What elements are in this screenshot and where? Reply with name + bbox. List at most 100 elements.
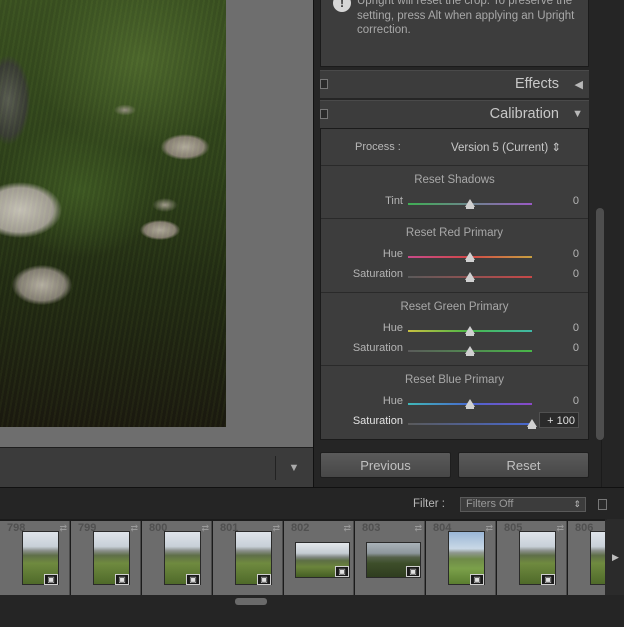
reset-blue-primary-link[interactable]: Reset Blue Primary: [321, 374, 588, 386]
blue-saturation-row: Saturation + 100: [321, 412, 588, 431]
develop-panel: ! Upright will reset the crop. To preser…: [313, 0, 624, 487]
blue-saturation-value[interactable]: + 100: [539, 412, 579, 428]
blue-primary-group: Reset Blue Primary Hue 0 Saturation + 10…: [321, 366, 588, 439]
reset-shadows-link[interactable]: Reset Shadows: [321, 174, 588, 186]
reset-button[interactable]: Reset: [458, 452, 589, 478]
green-hue-slider[interactable]: [408, 326, 532, 336]
exclamation-icon: !: [333, 0, 351, 12]
frame-flag-icon[interactable]: ⇄: [272, 523, 280, 534]
frame-flag-icon[interactable]: ⇄: [130, 523, 138, 534]
slider-handle[interactable]: [465, 326, 475, 336]
calibration-title: Calibration: [489, 106, 559, 122]
filmstrip-filter-bar: Filter : Filters Off ⇕: [0, 487, 624, 520]
frame-flag-icon[interactable]: ⇄: [59, 523, 67, 534]
virtual-copy-icon: ▣: [44, 574, 58, 585]
calibration-toggle-switch[interactable]: [320, 109, 328, 119]
red-primary-group: Reset Red Primary Hue 0 Saturation 0: [321, 219, 588, 293]
green-primary-group: Reset Green Primary Hue 0 Saturation 0: [321, 293, 588, 366]
virtual-copy-icon: ▣: [541, 574, 555, 585]
select-arrows-icon: ⇕: [573, 499, 581, 509]
calibration-body: Process : Version 5 (Current) ⇕ Reset Sh…: [320, 128, 589, 440]
green-hue-value[interactable]: 0: [539, 322, 579, 334]
filmstrip-next-icon[interactable]: ▶: [607, 519, 624, 595]
toolbar-dropdown-icon[interactable]: ▼: [286, 460, 302, 476]
frame-number: 803: [362, 522, 381, 534]
hue-label: Hue: [382, 395, 403, 407]
frame-flag-icon[interactable]: ⇄: [201, 523, 209, 534]
frame-flag-icon[interactable]: ⇄: [343, 523, 351, 534]
virtual-copy-icon: ▣: [115, 574, 129, 585]
filmstrip-frame[interactable]: 800 ⇄ ▣: [142, 521, 212, 595]
filmstrip-scrollbar[interactable]: [235, 598, 267, 605]
filter-select[interactable]: Filters Off ⇕: [460, 497, 586, 512]
slider-handle[interactable]: [465, 346, 475, 356]
virtual-copy-icon: ▣: [186, 574, 200, 585]
slider-handle[interactable]: [465, 199, 475, 209]
filmstrip-frame[interactable]: 799 ⇄ ▣: [71, 521, 141, 595]
frame-flag-icon[interactable]: ⇄: [556, 523, 564, 534]
filmstrip-frame[interactable]: 804 ⇄ ▣: [426, 521, 496, 595]
filmstrip-frame[interactable]: 802 ⇄ ▣: [284, 521, 354, 595]
filmstrip-frame[interactable]: 803 ⇄ ▣: [355, 521, 425, 595]
virtual-copy-icon: ▣: [257, 574, 271, 585]
shadows-tint-slider[interactable]: [408, 199, 532, 209]
process-label: Process :: [355, 141, 401, 153]
blue-saturation-slider[interactable]: [408, 419, 537, 429]
process-version-select[interactable]: Version 5 (Current) ⇕: [451, 140, 561, 154]
saturation-label: Saturation: [352, 415, 403, 427]
main-photo[interactable]: [0, 0, 226, 427]
toolbar-divider: [275, 456, 276, 480]
slider-handle[interactable]: [465, 399, 475, 409]
panel-scrollbar[interactable]: [596, 208, 604, 440]
slider-handle[interactable]: [465, 252, 475, 262]
slider-handle[interactable]: [527, 419, 537, 429]
filmstrip-frame[interactable]: 801 ⇄ ▣: [213, 521, 283, 595]
blue-hue-value[interactable]: 0: [539, 395, 579, 407]
blue-hue-row: Hue 0: [321, 395, 588, 411]
red-saturation-slider[interactable]: [408, 272, 532, 282]
virtual-copy-icon: ▣: [406, 566, 420, 577]
filter-value: Filters Off: [466, 498, 514, 510]
green-saturation-value[interactable]: 0: [539, 342, 579, 354]
green-saturation-slider[interactable]: [408, 346, 532, 356]
process-row: Process : Version 5 (Current) ⇕: [321, 129, 588, 166]
red-saturation-value[interactable]: 0: [539, 268, 579, 280]
filmstrip-frame[interactable]: 805 ⇄ ▣: [497, 521, 567, 595]
panel-divider: [601, 440, 602, 487]
filmstrip: 798 ⇄ ▣ 799 ⇄ ▣ 800 ⇄ ▣ 801 ⇄ ▣ 802 ⇄ ▣ …: [0, 519, 605, 595]
green-hue-row: Hue 0: [321, 322, 588, 338]
view-toolbar: ▼: [0, 447, 313, 488]
reset-green-primary-link[interactable]: Reset Green Primary: [321, 301, 588, 313]
warning-text: Upright will reset the crop. To preserve…: [357, 0, 575, 36]
photo-thumbnail: [590, 531, 605, 585]
reset-red-primary-link[interactable]: Reset Red Primary: [321, 227, 588, 239]
filmstrip-frame[interactable]: 806: [568, 521, 605, 595]
effects-section-header[interactable]: Effects ◀: [320, 70, 589, 98]
shadows-group: Reset Shadows Tint 0: [321, 166, 588, 219]
effects-title: Effects: [514, 76, 559, 92]
filter-toggle-switch[interactable]: [598, 499, 607, 510]
red-hue-slider[interactable]: [408, 252, 532, 262]
slider-handle[interactable]: [465, 272, 475, 282]
photo-view-area: ▼: [0, 0, 313, 488]
frame-flag-icon[interactable]: ⇄: [485, 523, 493, 534]
calibration-section-header[interactable]: Calibration ▼: [320, 100, 589, 128]
effects-toggle-switch[interactable]: [320, 79, 328, 89]
upright-warning: ! Upright will reset the crop. To preser…: [320, 0, 589, 67]
virtual-copy-icon: ▣: [470, 574, 484, 585]
hue-label: Hue: [382, 248, 403, 260]
hue-label: Hue: [382, 322, 403, 334]
shadows-tint-value[interactable]: 0: [539, 195, 579, 207]
shadows-tint-row: Tint 0: [321, 195, 588, 211]
expand-down-icon[interactable]: ▼: [572, 108, 583, 120]
tint-label: Tint: [385, 195, 403, 207]
filmstrip-frame[interactable]: 798 ⇄ ▣: [0, 521, 70, 595]
red-hue-value[interactable]: 0: [539, 248, 579, 260]
red-hue-row: Hue 0: [321, 248, 588, 264]
collapse-left-icon[interactable]: ◀: [575, 78, 583, 91]
filter-label: Filter :: [413, 498, 445, 510]
frame-flag-icon[interactable]: ⇄: [414, 523, 422, 534]
blue-hue-slider[interactable]: [408, 399, 532, 409]
previous-button[interactable]: Previous: [320, 452, 451, 478]
green-saturation-row: Saturation 0: [321, 342, 588, 358]
